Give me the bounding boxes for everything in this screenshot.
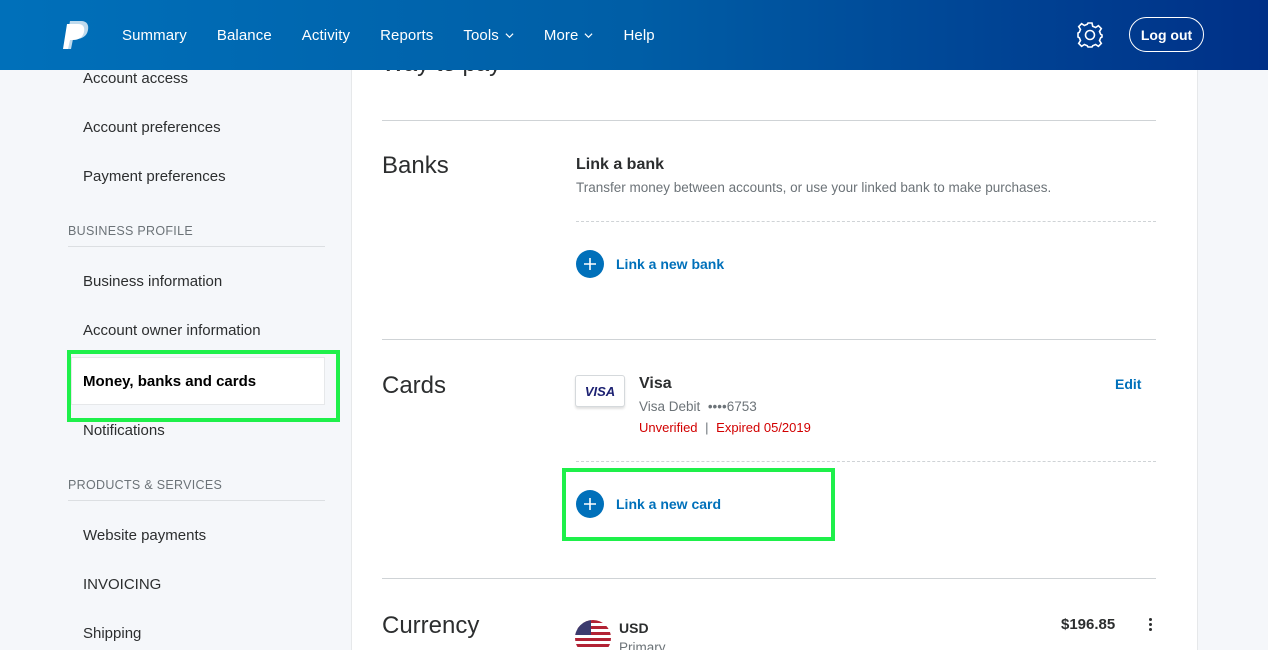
- link-new-card-button[interactable]: Link a new card: [576, 490, 721, 518]
- card-number: ••••6753: [707, 399, 757, 414]
- chevron-down-icon: [584, 32, 593, 38]
- nav-help[interactable]: Help: [623, 27, 654, 44]
- card-status-separator: |: [705, 420, 709, 435]
- main-nav: Summary Balance Activity Reports Tools M…: [122, 0, 685, 70]
- card-status-expired: Expired 05/2019: [716, 420, 811, 435]
- link-bank-title: Link a bank: [576, 156, 665, 173]
- card-status-unverified: Unverified: [639, 420, 698, 435]
- nav-more[interactable]: More: [544, 27, 594, 44]
- currency-code: USD: [619, 620, 649, 636]
- edit-card-link[interactable]: Edit: [1115, 376, 1141, 392]
- paypal-logo[interactable]: [62, 20, 90, 50]
- visa-card-icon: VISA: [575, 375, 625, 407]
- sidebar-divider: [68, 500, 325, 501]
- sidebar-item-invoicing[interactable]: INVOICING: [83, 576, 161, 593]
- plus-icon: [576, 490, 604, 518]
- chevron-down-icon: [505, 32, 514, 38]
- sidebar-item-label: Money, banks and cards: [83, 373, 257, 390]
- nav-reports[interactable]: Reports: [380, 27, 433, 44]
- settings-sidebar: Account access Account preferences Payme…: [0, 70, 352, 650]
- sidebar-item-notifications[interactable]: Notifications: [83, 422, 165, 439]
- nav-activity[interactable]: Activity: [302, 27, 350, 44]
- nav-help-label: Help: [623, 26, 655, 44]
- sidebar-item-money-banks-cards[interactable]: Money, banks and cards: [71, 357, 325, 405]
- nav-summary-label: Summary: [122, 26, 187, 44]
- nav-balance-label: Balance: [216, 26, 272, 44]
- section-divider: [382, 339, 1156, 340]
- link-new-bank-label: Link a new bank: [616, 256, 725, 272]
- card-type: Visa Debit: [639, 399, 701, 414]
- nav-summary[interactable]: Summary: [122, 27, 187, 44]
- currency-balance: $196.85: [1061, 616, 1116, 633]
- nav-activity-label: Activity: [301, 26, 351, 44]
- sidebar-item-payment-preferences[interactable]: Payment preferences: [83, 168, 226, 185]
- gear-icon[interactable]: [1076, 21, 1104, 49]
- page-title: Way to pay: [382, 70, 501, 78]
- sidebar-item-account-access[interactable]: Account access: [83, 70, 188, 87]
- sidebar-item-account-preferences[interactable]: Account preferences: [83, 119, 221, 136]
- card-details: Visa Debit ••••6753: [639, 399, 757, 414]
- link-new-card-label: Link a new card: [616, 496, 722, 512]
- card-name: Visa: [639, 375, 672, 392]
- top-nav-bar: Summary Balance Activity Reports Tools M…: [0, 0, 1268, 70]
- cards-section-title: Cards: [382, 372, 447, 399]
- us-flag-icon: [575, 620, 611, 650]
- main-content: Way to pay Banks Link a bank Transfer mo…: [352, 70, 1198, 650]
- nav-more-label: More: [543, 26, 579, 44]
- section-divider: [382, 578, 1156, 579]
- dashed-divider: [576, 221, 1156, 222]
- currency-primary-label: Primary: [619, 640, 666, 650]
- card-status: Unverified | Expired 05/2019: [639, 420, 811, 435]
- link-new-bank-button[interactable]: Link a new bank: [576, 250, 724, 278]
- nav-tools-label: Tools: [463, 26, 499, 44]
- banks-section-title: Banks: [382, 152, 449, 179]
- nav-balance[interactable]: Balance: [217, 27, 272, 44]
- sidebar-divider: [68, 246, 325, 247]
- link-bank-description: Transfer money between accounts, or use …: [576, 180, 1052, 195]
- section-divider: [382, 120, 1156, 121]
- sidebar-item-website-payments[interactable]: Website payments: [83, 527, 206, 544]
- sidebar-section-products-services: PRODUCTS & SERVICES: [68, 478, 223, 492]
- nav-reports-label: Reports: [380, 26, 434, 44]
- visa-badge-text: VISA: [584, 383, 616, 399]
- sidebar-item-account-owner-information[interactable]: Account owner information: [83, 322, 261, 339]
- dashed-divider: [576, 461, 1156, 462]
- logout-button[interactable]: Log out: [1129, 17, 1204, 52]
- nav-tools[interactable]: Tools: [463, 27, 514, 44]
- sidebar-item-shipping[interactable]: Shipping: [83, 625, 141, 642]
- currency-section-title: Currency: [382, 612, 480, 639]
- sidebar-section-business-profile: BUSINESS PROFILE: [68, 224, 193, 238]
- plus-icon: [576, 250, 604, 278]
- more-options-icon[interactable]: [1149, 618, 1153, 633]
- sidebar-item-business-information[interactable]: Business information: [83, 273, 222, 290]
